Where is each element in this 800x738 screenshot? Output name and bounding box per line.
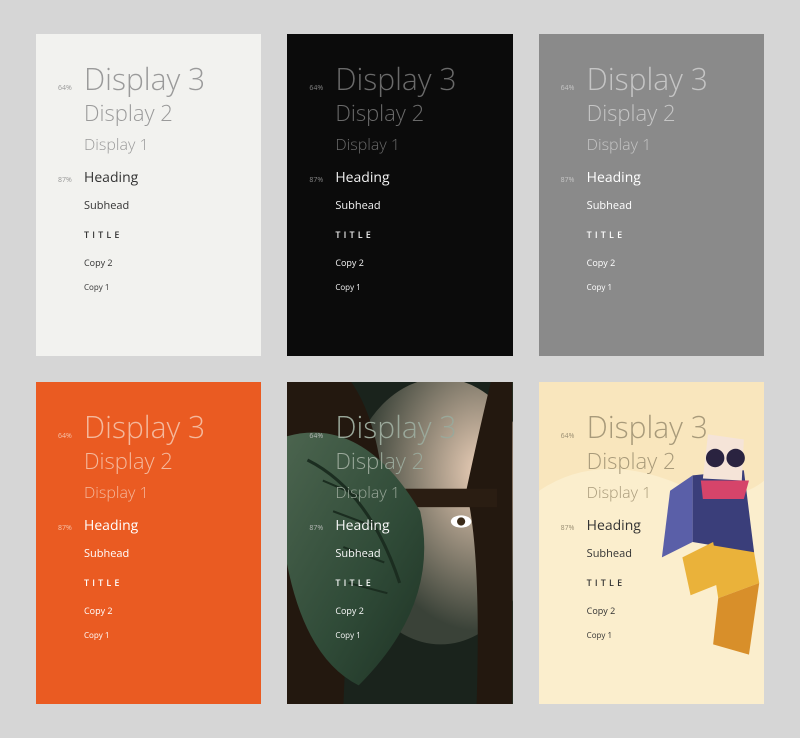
display-1: Display 1 bbox=[587, 482, 652, 503]
opacity-label: 64% bbox=[309, 84, 335, 93]
type-card-gray: 64%Display 3 Display 2 Display 1 87%Head… bbox=[539, 34, 764, 356]
display-2: Display 2 bbox=[587, 448, 676, 474]
opacity-label: 87% bbox=[58, 176, 84, 185]
display-1: Display 1 bbox=[335, 134, 400, 155]
copy-2: Copy 2 bbox=[587, 256, 616, 269]
subhead: Subhead bbox=[335, 198, 380, 213]
title: TITLE bbox=[587, 228, 626, 241]
copy-2: Copy 2 bbox=[335, 604, 364, 617]
subhead: Subhead bbox=[335, 546, 380, 561]
display-3: Display 3 bbox=[84, 410, 205, 443]
title: TITLE bbox=[84, 576, 123, 589]
copy-1: Copy 1 bbox=[84, 282, 109, 293]
subhead: Subhead bbox=[84, 198, 129, 213]
copy-2: Copy 2 bbox=[84, 604, 113, 617]
opacity-label: 87% bbox=[309, 176, 335, 185]
heading: Heading bbox=[84, 168, 138, 187]
display-3: Display 3 bbox=[84, 62, 205, 95]
subhead: Subhead bbox=[84, 546, 129, 561]
heading: Heading bbox=[587, 516, 641, 535]
copy-1: Copy 1 bbox=[335, 282, 360, 293]
copy-2: Copy 2 bbox=[84, 256, 113, 269]
heading: Heading bbox=[84, 516, 138, 535]
opacity-label: 64% bbox=[58, 84, 84, 93]
type-card-dark: 64%Display 3 Display 2 Display 1 87%Head… bbox=[287, 34, 512, 356]
opacity-label: 87% bbox=[561, 524, 587, 533]
opacity-label: 64% bbox=[561, 432, 587, 441]
opacity-label: 64% bbox=[58, 432, 84, 441]
display-3: Display 3 bbox=[335, 62, 456, 95]
display-2: Display 2 bbox=[84, 100, 173, 126]
subhead: Subhead bbox=[587, 546, 632, 561]
display-2: Display 2 bbox=[335, 100, 424, 126]
display-3: Display 3 bbox=[587, 410, 708, 443]
copy-2: Copy 2 bbox=[587, 604, 616, 617]
opacity-label: 87% bbox=[561, 176, 587, 185]
subhead: Subhead bbox=[587, 198, 632, 213]
title: TITLE bbox=[335, 576, 374, 589]
display-3: Display 3 bbox=[587, 62, 708, 95]
type-card-photo: 64%Display 3 Display 2 Display 1 87%Head… bbox=[287, 382, 512, 704]
display-2: Display 2 bbox=[335, 448, 424, 474]
type-card-orange: 64%Display 3 Display 2 Display 1 87%Head… bbox=[36, 382, 261, 704]
copy-2: Copy 2 bbox=[335, 256, 364, 269]
opacity-label: 64% bbox=[561, 84, 587, 93]
display-2: Display 2 bbox=[587, 100, 676, 126]
title: TITLE bbox=[587, 576, 626, 589]
display-1: Display 1 bbox=[587, 134, 652, 155]
display-1: Display 1 bbox=[84, 134, 149, 155]
title: TITLE bbox=[84, 228, 123, 241]
display-1: Display 1 bbox=[84, 482, 149, 503]
display-3: Display 3 bbox=[335, 410, 456, 443]
opacity-label: 87% bbox=[58, 524, 84, 533]
opacity-label: 87% bbox=[309, 524, 335, 533]
type-card-light: 64%Display 3 Display 2 Display 1 87%Head… bbox=[36, 34, 261, 356]
display-1: Display 1 bbox=[335, 482, 400, 503]
heading: Heading bbox=[335, 168, 389, 187]
heading: Heading bbox=[335, 516, 389, 535]
type-card-illustration: 64%Display 3 Display 2 Display 1 87%Head… bbox=[539, 382, 764, 704]
copy-1: Copy 1 bbox=[587, 630, 612, 641]
typography-card-grid: 64%Display 3 Display 2 Display 1 87%Head… bbox=[0, 0, 800, 738]
copy-1: Copy 1 bbox=[84, 630, 109, 641]
copy-1: Copy 1 bbox=[335, 630, 360, 641]
title: TITLE bbox=[335, 228, 374, 241]
opacity-label: 64% bbox=[309, 432, 335, 441]
copy-1: Copy 1 bbox=[587, 282, 612, 293]
heading: Heading bbox=[587, 168, 641, 187]
display-2: Display 2 bbox=[84, 448, 173, 474]
